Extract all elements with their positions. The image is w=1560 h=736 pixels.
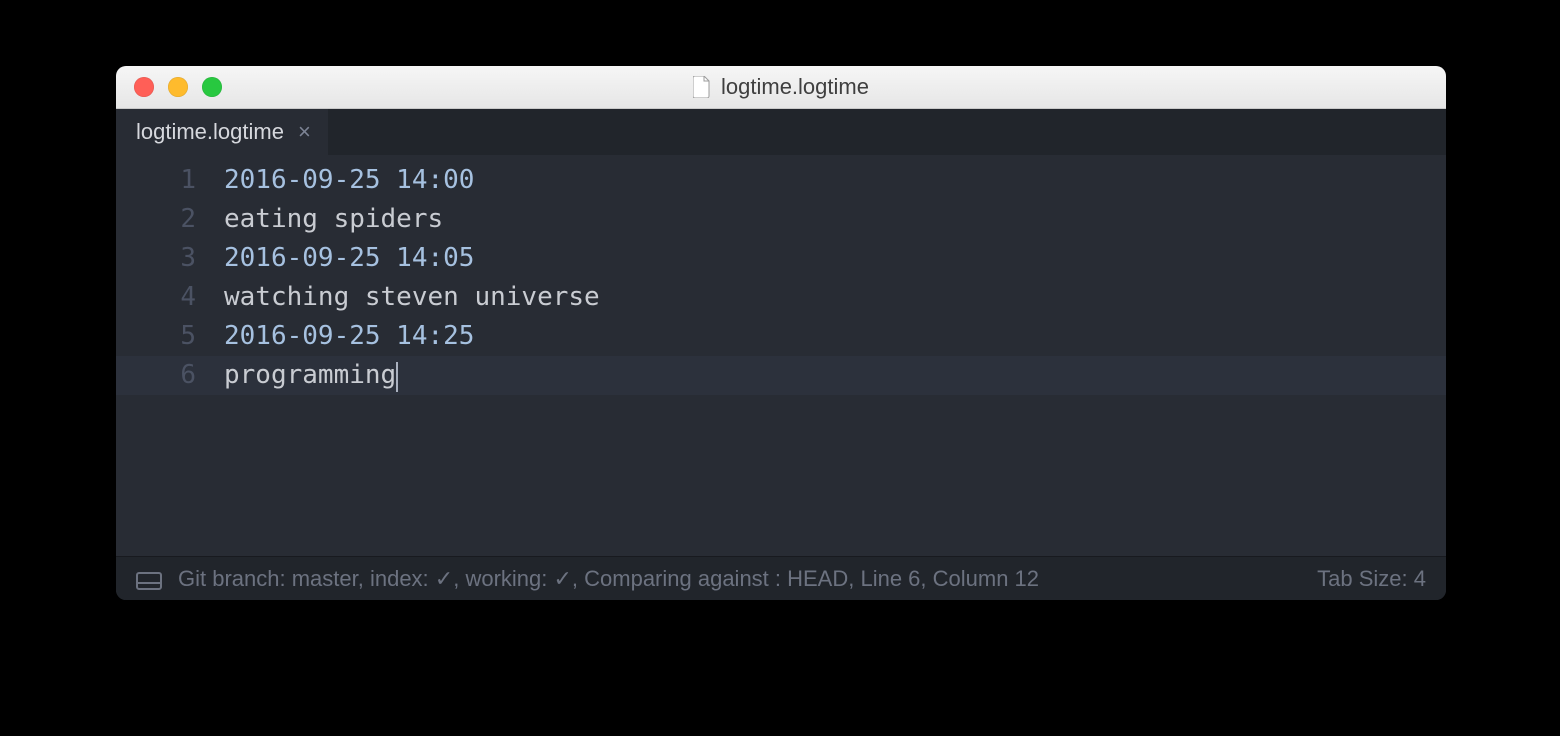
close-window-button[interactable] [134, 77, 154, 97]
timestamp-text: 2016-09-25 14:00 [224, 165, 474, 195]
line-content[interactable]: 2016-09-25 14:05 [224, 239, 474, 278]
editor-line[interactable]: 4watching steven universe [116, 278, 1446, 317]
tab-size-indicator[interactable]: Tab Size: 4 [1317, 566, 1426, 592]
line-content[interactable]: programming [224, 356, 398, 395]
line-content[interactable]: eating spiders [224, 200, 443, 239]
line-number: 3 [116, 239, 224, 278]
tab-bar: logtime.logtime × [116, 109, 1446, 155]
line-number: 4 [116, 278, 224, 317]
tab-logtime[interactable]: logtime.logtime × [116, 109, 328, 155]
plain-text: eating spiders [224, 204, 443, 234]
editor-line[interactable]: 2eating spiders [116, 200, 1446, 239]
editor-line[interactable]: 6programming [116, 356, 1446, 395]
timestamp-text: 2016-09-25 14:25 [224, 321, 474, 351]
line-content[interactable]: watching steven universe [224, 278, 600, 317]
zoom-window-button[interactable] [202, 77, 222, 97]
line-number: 6 [116, 356, 224, 395]
line-number: 2 [116, 200, 224, 239]
minimize-window-button[interactable] [168, 77, 188, 97]
status-bar: Git branch: master, index: ✓, working: ✓… [116, 556, 1446, 600]
line-number: 1 [116, 161, 224, 200]
document-icon [693, 76, 711, 98]
window-title: logtime.logtime [116, 74, 1446, 100]
window-title-text: logtime.logtime [721, 74, 869, 100]
tab-label: logtime.logtime [136, 119, 284, 145]
panel-layout-icon[interactable] [136, 570, 162, 588]
timestamp-text: 2016-09-25 14:05 [224, 243, 474, 273]
status-text: Git branch: master, index: ✓, working: ✓… [178, 566, 1039, 592]
titlebar: logtime.logtime [116, 66, 1446, 109]
text-cursor [396, 362, 398, 392]
editor-area[interactable]: 12016-09-25 14:002eating spiders32016-09… [116, 155, 1446, 556]
status-left: Git branch: master, index: ✓, working: ✓… [136, 566, 1299, 592]
line-content[interactable]: 2016-09-25 14:00 [224, 161, 474, 200]
editor-line[interactable]: 32016-09-25 14:05 [116, 239, 1446, 278]
plain-text: watching steven universe [224, 282, 600, 312]
line-number: 5 [116, 317, 224, 356]
line-content[interactable]: 2016-09-25 14:25 [224, 317, 474, 356]
editor-window: logtime.logtime logtime.logtime × 12016-… [116, 66, 1446, 600]
close-tab-icon[interactable]: × [298, 121, 311, 143]
editor-line[interactable]: 52016-09-25 14:25 [116, 317, 1446, 356]
tab-size-text: Tab Size: 4 [1317, 566, 1426, 591]
traffic-lights [134, 77, 222, 97]
plain-text: programming [224, 360, 396, 390]
editor-line[interactable]: 12016-09-25 14:00 [116, 161, 1446, 200]
